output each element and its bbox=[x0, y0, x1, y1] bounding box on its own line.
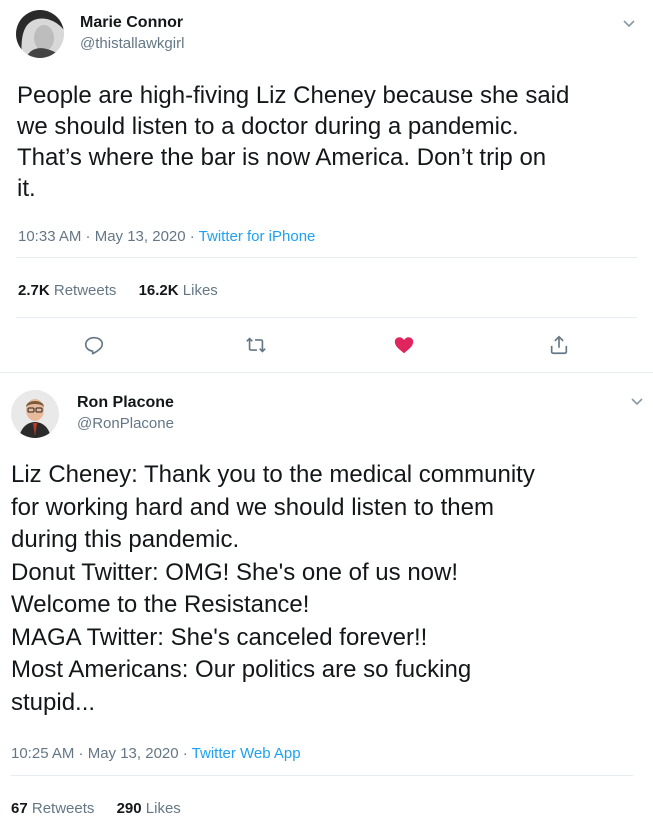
retweets-count: 2.7K bbox=[18, 282, 50, 299]
reply-icon bbox=[84, 336, 104, 355]
divider bbox=[11, 775, 633, 776]
tweet-text: People are high-fiving Liz Cheney becaus… bbox=[17, 82, 570, 202]
divider bbox=[16, 257, 637, 258]
chevron-down-icon[interactable] bbox=[628, 392, 646, 410]
avatar[interactable] bbox=[11, 390, 59, 438]
chevron-down-icon[interactable] bbox=[620, 14, 638, 32]
tweet-stats: 2.7K Retweets 16.2K Likes bbox=[18, 282, 236, 299]
tweet-meta: 10:25 AM · May 13, 2020 · Twitter Web Ap… bbox=[11, 745, 301, 762]
likes-label: Likes bbox=[182, 282, 218, 299]
retweet-button[interactable] bbox=[243, 332, 269, 358]
avatar[interactable] bbox=[16, 10, 64, 58]
author-name[interactable]: Marie Connor bbox=[80, 14, 183, 32]
author-name[interactable]: Ron Placone bbox=[77, 394, 174, 412]
likes-count: 290 bbox=[116, 800, 142, 817]
retweet-icon bbox=[246, 337, 266, 353]
likes-stat[interactable]: 16.2K Likes bbox=[139, 282, 218, 299]
likes-label: Likes bbox=[145, 800, 181, 817]
tweet-stats: 67 Retweets 290 Likes bbox=[11, 800, 199, 817]
tweet-timestamp[interactable]: 10:25 AM · May 13, 2020 · bbox=[11, 745, 192, 762]
retweets-count: 67 bbox=[11, 800, 28, 817]
tweet-card[interactable]: Ron Placone @RonPlacone Liz Cheney: Than… bbox=[0, 372, 653, 826]
tweet-meta: 10:33 AM · May 13, 2020 · Twitter for iP… bbox=[18, 228, 315, 245]
author-handle[interactable]: @thistallawkgirl bbox=[80, 35, 184, 52]
tweet-timestamp[interactable]: 10:33 AM · May 13, 2020 · bbox=[18, 228, 199, 245]
retweets-stat[interactable]: 2.7K Retweets bbox=[18, 282, 116, 299]
tweet-actions bbox=[0, 327, 653, 363]
tweet-source-link[interactable]: Twitter Web App bbox=[192, 745, 301, 762]
tweet-text: Liz Cheney: Thank you to the medical com… bbox=[11, 461, 535, 716]
share-icon bbox=[550, 335, 568, 355]
heart-icon bbox=[394, 337, 414, 354]
reply-button[interactable] bbox=[81, 332, 107, 358]
retweets-label: Retweets bbox=[31, 800, 95, 817]
retweets-stat[interactable]: 67 Retweets bbox=[11, 800, 94, 817]
retweets-label: Retweets bbox=[53, 282, 117, 299]
tweet-source-link[interactable]: Twitter for iPhone bbox=[199, 228, 316, 245]
author-handle[interactable]: @RonPlacone bbox=[77, 415, 174, 432]
likes-count: 16.2K bbox=[138, 282, 179, 299]
tweet-card[interactable]: Marie Connor @thistallawkgirl People are… bbox=[0, 0, 653, 373]
like-button[interactable] bbox=[391, 332, 417, 358]
likes-stat[interactable]: 290 Likes bbox=[117, 800, 181, 817]
share-button[interactable] bbox=[546, 332, 572, 358]
divider bbox=[16, 317, 637, 318]
